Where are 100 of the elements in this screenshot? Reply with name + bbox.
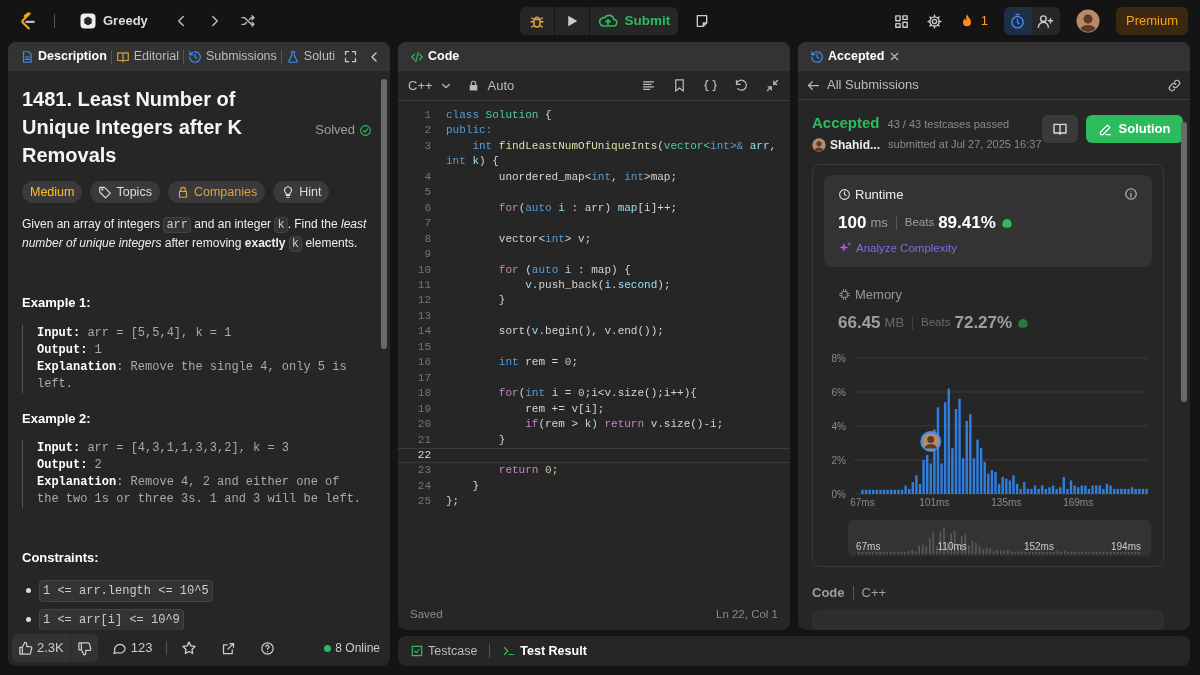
code-line: int findLeastNumOfUniqueInts(vector<int>& arr, — [472, 139, 777, 152]
beats-label: Beats — [904, 215, 935, 231]
code-line: if(rem > k) return v.size()-i; — [525, 418, 724, 431]
line-number: 19 — [416, 401, 431, 417]
metric-unit: ms — [870, 214, 888, 232]
difficulty-tag[interactable]: Medium — [22, 181, 83, 203]
line-number: 1 — [423, 108, 431, 123]
axis-label: 0% — [831, 488, 846, 500]
code-line: v.push_back(i.second); — [525, 279, 671, 291]
axis-label: 135ms — [991, 496, 1022, 508]
tab[interactable]: Testcase — [406, 636, 482, 666]
constraints-title: Constraints: — [22, 549, 100, 567]
problem-list-link[interactable]: Greedy — [71, 7, 156, 35]
metric-unit: MB — [884, 314, 905, 333]
example-title: Example 1: — [22, 294, 92, 312]
tab[interactable]: Editorial — [111, 42, 183, 71]
axis-label: 101ms — [919, 496, 950, 508]
metric-title: Memory — [838, 284, 902, 305]
example-line: Input: arr = [4,3,1,1,3,3,2], k = 3 — [37, 440, 291, 457]
example-line: Output: 2 — [37, 457, 103, 474]
code-line: return 0; — [498, 464, 559, 477]
save-status: Saved — [410, 607, 443, 623]
solved-status: Solved — [315, 91, 372, 169]
line-number: 22 — [416, 447, 431, 463]
line-number: 18 — [416, 386, 431, 402]
code-line: for (auto i : map) { — [498, 263, 631, 276]
section-title: Code — [812, 583, 845, 602]
line-number: 4 — [423, 169, 431, 185]
tag-button[interactable]: Topics — [90, 181, 160, 203]
testcase-count: 43 / 43 testcases passed — [887, 117, 1010, 132]
tab[interactable]: Submissions — [183, 42, 281, 71]
line-number: 25 — [416, 494, 431, 510]
mode-label: Auto — [487, 76, 515, 95]
code-line: } — [472, 479, 479, 492]
example-line: Input: arr = [5,5,4], k = 1 — [37, 324, 233, 342]
cursor-position: Ln 22, Col 1 — [716, 607, 778, 623]
line-number: 3 — [423, 138, 431, 154]
axis-label: 169ms — [1063, 496, 1094, 508]
line-number: 6 — [423, 200, 431, 216]
line-number: 14 — [416, 324, 431, 340]
line-number: 20 — [416, 417, 431, 433]
line-number: 11 — [416, 278, 431, 293]
code-line: for(auto i : arr) map[i]++; — [498, 201, 678, 214]
problem-statement: Given an array of integers arr and an integer k . Find the least number of unique integers after removing exactly k elements. — [22, 216, 368, 253]
example-line: Output: 1 — [37, 341, 103, 359]
user-name: Shahid... — [830, 136, 880, 154]
tab[interactable]: Description — [16, 42, 111, 71]
constraint-code: 1 <= arr.length <= 10^5 — [39, 579, 213, 602]
back-link[interactable]: All Submissions — [806, 71, 919, 99]
tab[interactable]: Test Result — [498, 636, 591, 666]
line-number: 12 — [416, 293, 431, 309]
code-line: vector<int> v; — [498, 232, 592, 245]
submission-time: submitted at Jul 27, 2025 16:37 — [888, 137, 1042, 153]
tag-button[interactable]: Companies — [167, 181, 266, 203]
line-number: 13 — [416, 308, 431, 324]
code-line: rem += v[i]; — [525, 402, 605, 415]
tag-button[interactable]: Hint — [273, 181, 330, 203]
line-number: 24 — [416, 478, 431, 494]
metric-card[interactable]: Runtime 100 ms Beats 89.41% Analyze Complexity — [824, 174, 1152, 267]
panel-title: Code — [406, 42, 464, 71]
premium-button[interactable]: Premium — [1116, 7, 1188, 35]
code-line: public: — [446, 124, 493, 137]
tab[interactable]: Soluti — [281, 42, 340, 71]
axis-label: 67ms — [850, 496, 875, 508]
beats-label: Beats — [921, 315, 951, 331]
metric-card[interactable]: Memory 66.45 MB Beats 72.27% — [824, 274, 1152, 346]
axis-label: 152ms — [1023, 539, 1054, 554]
code-line: int rem = 0; — [498, 356, 579, 369]
code-line: }; — [446, 495, 460, 508]
code-line: } — [498, 433, 506, 446]
axis-label: 194ms — [1111, 539, 1141, 554]
axis-label: 4% — [831, 420, 846, 432]
axis-label: 6% — [831, 386, 846, 398]
code-line: for(int i = 0;i<v.size();i++){ — [498, 387, 697, 400]
line-number: 5 — [423, 185, 431, 201]
code-line: } — [498, 294, 506, 307]
constraint-code: 1 <= arr[i] <= 10^9 — [39, 608, 184, 630]
axis-label: 110ms — [937, 539, 967, 554]
metric-value: 66.45 — [838, 312, 881, 335]
line-number: 7 — [423, 216, 431, 232]
line-number: 15 — [416, 339, 431, 355]
line-number: 8 — [423, 231, 431, 247]
axis-label: 2% — [831, 454, 846, 466]
example-title: Example 2: — [22, 409, 92, 428]
problem-title: 1481. Least Number of Unique Integers after K Removals — [22, 87, 244, 168]
beats-percent: 89.41% — [938, 212, 996, 234]
line-number: 21 — [416, 432, 431, 448]
example-line: Explanation: Remove 4, 2 and either one of the two 1s or three 3s. 1 and 3 will be left. — [37, 474, 363, 508]
comments-button[interactable]: 123 — [105, 638, 159, 658]
code-line: int k) { — [446, 155, 499, 168]
line-number: 9 — [423, 247, 431, 263]
line-number: 23 — [416, 463, 431, 479]
code-line: unordered_map<int, int>map; — [498, 170, 678, 183]
result-status: Accepted — [812, 113, 880, 133]
language-select[interactable]: C++ — [408, 71, 453, 100]
beats-percent: 72.27% — [954, 312, 1013, 335]
example-line: Explanation: Remove the single 4, only 5 is left. — [37, 358, 348, 393]
line-number: 17 — [416, 370, 431, 386]
axis-label: 8% — [831, 353, 846, 364]
streak-counter[interactable]: 1 — [958, 7, 988, 35]
